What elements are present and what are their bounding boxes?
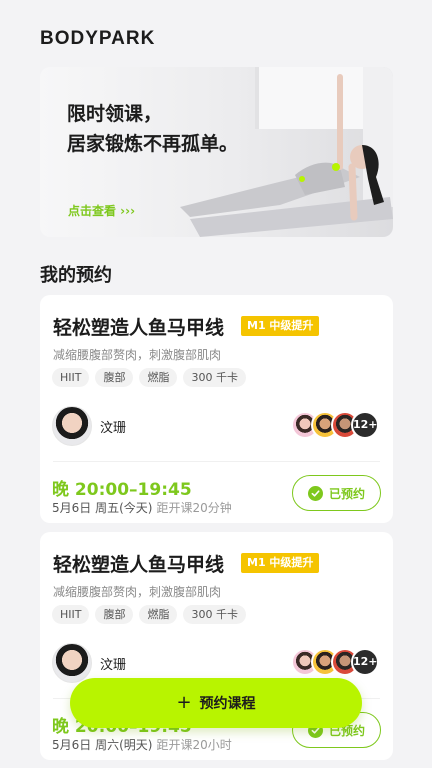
level-badge: M1 中级提升: [241, 553, 320, 573]
banner-title-line1: 限时领课，: [67, 103, 163, 125]
class-time: 晚 20:00–19:45: [52, 480, 192, 500]
booked-button-label: 已预约: [328, 486, 365, 501]
class-countdown: 距开课20小时: [156, 738, 232, 752]
attendee-more-count: 12+: [351, 648, 379, 676]
my-bookings-title: 我的预约: [40, 265, 112, 286]
tag-calories: 300 千卡: [183, 605, 246, 624]
coach-avatar[interactable]: [52, 643, 92, 683]
class-date-line: 5月6日 周六(明天) 距开课20小时: [52, 736, 232, 753]
book-class-button[interactable]: + 预约课程: [70, 678, 362, 728]
tag-hiit: HIIT: [52, 368, 90, 387]
banner-title: 限时领课， 居家锻炼不再孤单。: [67, 99, 238, 159]
tag-fat-burn: 燃脂: [139, 368, 178, 387]
book-class-button-label: 预约课程: [199, 696, 256, 712]
class-countdown: 距开课20分钟: [156, 501, 232, 515]
attendee-more-count: 12+: [351, 411, 379, 439]
tag-hiit: HIIT: [52, 605, 90, 624]
banner-view-link[interactable]: 点击查看 ›››: [68, 202, 135, 219]
check-icon: [307, 485, 323, 501]
tag-abs: 腹部: [95, 605, 134, 624]
booking-card[interactable]: 轻松塑造人鱼马甲线 M1 中级提升 减缩腰腹部赘肉，刺激腹部肌肉 HIIT 腹部…: [40, 295, 393, 523]
course-title: 轻松塑造人鱼马甲线: [53, 317, 225, 339]
course-tags: HIIT 腹部 燃脂 300 千卡: [52, 368, 246, 387]
tag-abs: 腹部: [95, 368, 134, 387]
booked-button[interactable]: 已预约: [292, 475, 381, 511]
coach-name[interactable]: 汶珊: [100, 654, 126, 673]
course-description: 减缩腰腹部赘肉，刺激腹部肌肉: [53, 348, 222, 362]
plus-icon: +: [176, 692, 192, 713]
course-description: 减缩腰腹部赘肉，刺激腹部肌肉: [53, 585, 222, 599]
tag-fat-burn: 燃脂: [139, 605, 178, 624]
class-date: 5月6日 周六(明天): [52, 738, 153, 752]
tag-calories: 300 千卡: [183, 368, 246, 387]
course-title: 轻松塑造人鱼马甲线: [53, 554, 225, 576]
attendee-avatars[interactable]: 12+: [291, 411, 379, 439]
card-divider: [53, 461, 380, 462]
coach-avatar[interactable]: [52, 406, 92, 446]
class-date: 5月6日 周五(今天): [52, 501, 153, 515]
app-logo: BODYPARK: [40, 28, 156, 49]
promo-banner[interactable]: 限时领课， 居家锻炼不再孤单。 点击查看 ›››: [40, 67, 393, 237]
coach-name[interactable]: 汶珊: [100, 417, 126, 436]
level-badge: M1 中级提升: [241, 316, 320, 336]
course-tags: HIIT 腹部 燃脂 300 千卡: [52, 605, 246, 624]
class-date-line: 5月6日 周五(今天) 距开课20分钟: [52, 499, 232, 516]
attendee-avatars[interactable]: 12+: [291, 648, 379, 676]
banner-title-line2: 居家锻炼不再孤单。: [67, 133, 239, 155]
